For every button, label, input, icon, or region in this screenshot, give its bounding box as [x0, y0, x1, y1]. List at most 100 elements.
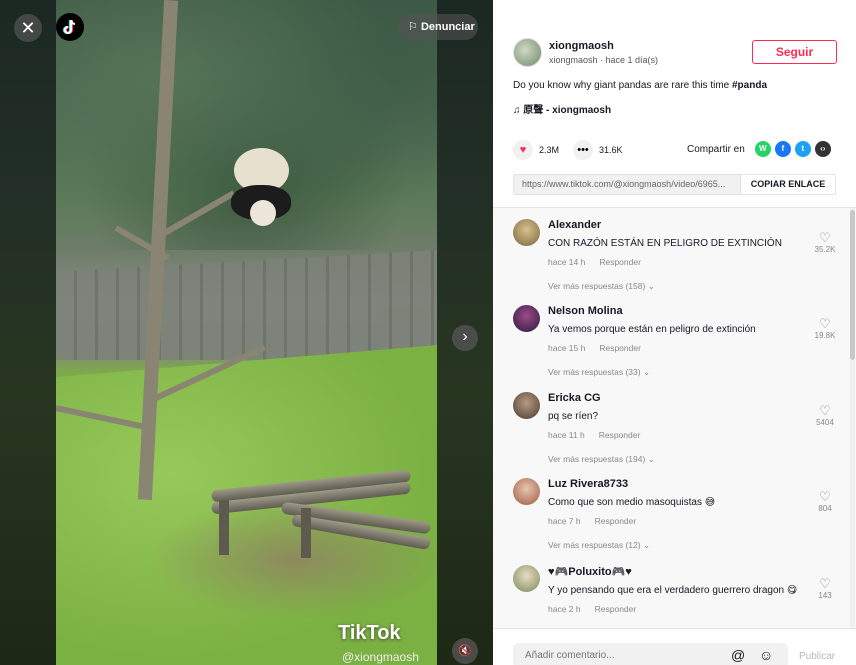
- comment-time: hace 2 h: [548, 604, 581, 614]
- author-username[interactable]: xiongmaosh: [549, 40, 658, 52]
- comment-like-count: 143: [818, 591, 832, 600]
- comment-like-count: 804: [818, 504, 832, 513]
- heart-outline-icon: ♡: [819, 316, 831, 331]
- comment-avatar[interactable]: [513, 392, 540, 419]
- next-video-button[interactable]: ›: [452, 325, 478, 351]
- share-link-box: https://www.tiktok.com/@xiongmaosh/video…: [513, 174, 836, 195]
- comment-like-count: 35.2K: [814, 245, 836, 254]
- comment-text: Ya vemos porque están en peligro de exti…: [548, 324, 756, 335]
- comment-like-button[interactable]: ♡ 804: [810, 490, 840, 513]
- follow-button[interactable]: Seguir: [752, 40, 837, 64]
- video-log-bench: [201, 469, 432, 560]
- comment-like-button[interactable]: ♡ 143: [810, 577, 840, 600]
- heart-icon: ♥: [519, 144, 527, 156]
- comments-scrollbar-thumb[interactable]: [850, 210, 855, 360]
- video-stone-wall: [56, 250, 437, 360]
- embed-icon[interactable]: ‹›: [814, 141, 831, 157]
- whatsapp-icon[interactable]: W: [754, 141, 771, 157]
- comment-time: hace 7 h: [548, 516, 581, 526]
- flag-icon: ⚐: [408, 21, 418, 33]
- comment-author[interactable]: Nelson Molina: [548, 305, 808, 317]
- comment-like-button[interactable]: ♡ 19.8K: [810, 317, 840, 340]
- tiktok-watermark-handle: @xiongmaosh: [342, 650, 419, 664]
- mute-button[interactable]: 🔇: [452, 638, 478, 664]
- comment-author[interactable]: Luz Rivera8733: [548, 478, 808, 490]
- report-label: Denunciar: [420, 21, 475, 33]
- comment-button[interactable]: •••: [573, 140, 594, 160]
- comment-meta: hace 7 h Responder: [548, 516, 808, 526]
- comment-avatar[interactable]: [513, 478, 540, 505]
- comment-meta: hace 2 h Responder: [548, 604, 808, 614]
- share-row: Compartir en W f t ‹›: [687, 141, 831, 157]
- video-player[interactable]: TikTok @xiongmaosh: [56, 0, 437, 665]
- view-replies-label: Ver más respuestas (194): [548, 454, 646, 464]
- close-button[interactable]: ✕: [14, 14, 42, 42]
- view-replies-button[interactable]: Ver más respuestas (194) ⌄: [548, 454, 808, 465]
- comment-author[interactable]: Ericka CG: [548, 392, 808, 404]
- twitter-icon[interactable]: t: [794, 141, 811, 157]
- comment-time: hace 14 h: [548, 257, 586, 267]
- comment-text: CON RAZÓN ESTÁN EN PELIGRO DE EXTINCIÓN: [548, 238, 782, 249]
- heart-outline-icon: ♡: [819, 576, 831, 591]
- comment-author[interactable]: Alexander: [548, 219, 808, 231]
- comment-like-count: 5404: [816, 418, 834, 427]
- view-replies-button[interactable]: Ver más respuestas (12) ⌄: [548, 540, 808, 551]
- reply-button[interactable]: Responder: [599, 343, 641, 353]
- comment-avatar[interactable]: [513, 305, 540, 332]
- at-mention-icon[interactable]: @: [731, 647, 745, 663]
- hashtag-link[interactable]: #panda: [732, 80, 767, 91]
- like-button[interactable]: ♥: [513, 140, 533, 160]
- reply-button[interactable]: Responder: [599, 430, 641, 440]
- comment-text: Como que son medio masoquistas 😅: [548, 497, 716, 508]
- close-icon: ✕: [20, 18, 36, 38]
- details-panel: xiongmaosh xiongmaosh · hace 1 día(s) Se…: [493, 0, 856, 665]
- copy-link-button[interactable]: COPIAR ENLACE: [740, 175, 835, 194]
- tiktok-logo-icon[interactable]: [56, 13, 84, 41]
- comment-time: hace 15 h: [548, 343, 586, 353]
- comment-meta: hace 15 h Responder: [548, 343, 808, 353]
- report-button[interactable]: ⚐ Denunciar: [398, 14, 478, 40]
- comment-avatar[interactable]: [513, 219, 540, 246]
- facebook-icon[interactable]: f: [774, 141, 791, 157]
- comment-icon: •••: [577, 144, 589, 156]
- view-replies-button[interactable]: Ver más respuestas (33) ⌄: [548, 367, 808, 378]
- comment-input[interactable]: [513, 643, 788, 665]
- reply-button[interactable]: Responder: [599, 257, 641, 267]
- comment-like-button[interactable]: ♡ 5404: [810, 404, 840, 427]
- comment-text: pq se ríen?: [548, 411, 599, 422]
- comments-list[interactable]: Alexander CON RAZÓN ESTÁN EN PELIGRO DE …: [493, 208, 856, 628]
- view-replies-label: Ver más respuestas (33): [548, 367, 641, 377]
- video-area: TikTok @xiongmaosh ✕ ⚐ Denunciar › 🔇: [0, 0, 493, 665]
- comment-time: hace 11 h: [548, 430, 585, 440]
- author-avatar[interactable]: [513, 38, 542, 67]
- tiktok-watermark: TikTok: [338, 622, 401, 644]
- comment-avatar[interactable]: [513, 565, 540, 592]
- view-replies-button[interactable]: Ver más respuestas (158) ⌄: [548, 281, 808, 292]
- description-text: Do you know why giant pandas are rare th…: [513, 80, 732, 91]
- video-panda: [226, 140, 296, 240]
- share-link-url[interactable]: https://www.tiktok.com/@xiongmaosh/video…: [514, 175, 740, 194]
- post-comment-button[interactable]: Publicar: [799, 651, 835, 662]
- comment-meta: hace 14 h Responder: [548, 257, 808, 267]
- comment-count: 31.6K: [599, 145, 623, 155]
- music-note-icon: ♫: [513, 105, 521, 116]
- comment-compose-bar: @ ☺ Publicar: [493, 628, 856, 665]
- chevron-right-icon: ›: [462, 328, 468, 345]
- author-info[interactable]: xiongmaosh xiongmaosh · hace 1 día(s): [513, 38, 658, 67]
- comment-text: Y yo pensando que era el verdadero guerr…: [548, 585, 798, 596]
- chevron-down-icon: ⌄: [647, 281, 655, 291]
- comment-like-button[interactable]: ♡ 35.2K: [810, 231, 840, 254]
- emoji-icon[interactable]: ☺: [759, 647, 773, 663]
- reply-button[interactable]: Responder: [595, 516, 637, 526]
- mute-icon: 🔇: [458, 645, 472, 657]
- comment-author[interactable]: ♥🎮Poluxito🎮♥: [548, 565, 808, 578]
- author-subline: xiongmaosh · hace 1 día(s): [549, 55, 659, 65]
- reply-button[interactable]: Responder: [595, 604, 637, 614]
- chevron-down-icon: ⌄: [647, 454, 655, 464]
- view-replies-label: Ver más respuestas (158): [548, 281, 646, 291]
- music-link[interactable]: ♫ 原聲 - xiongmaosh: [513, 101, 611, 116]
- comment-like-count: 19.8K: [814, 331, 836, 340]
- heart-outline-icon: ♡: [819, 403, 831, 418]
- like-count: 2.3M: [539, 145, 560, 155]
- chevron-down-icon: ⌄: [642, 540, 651, 550]
